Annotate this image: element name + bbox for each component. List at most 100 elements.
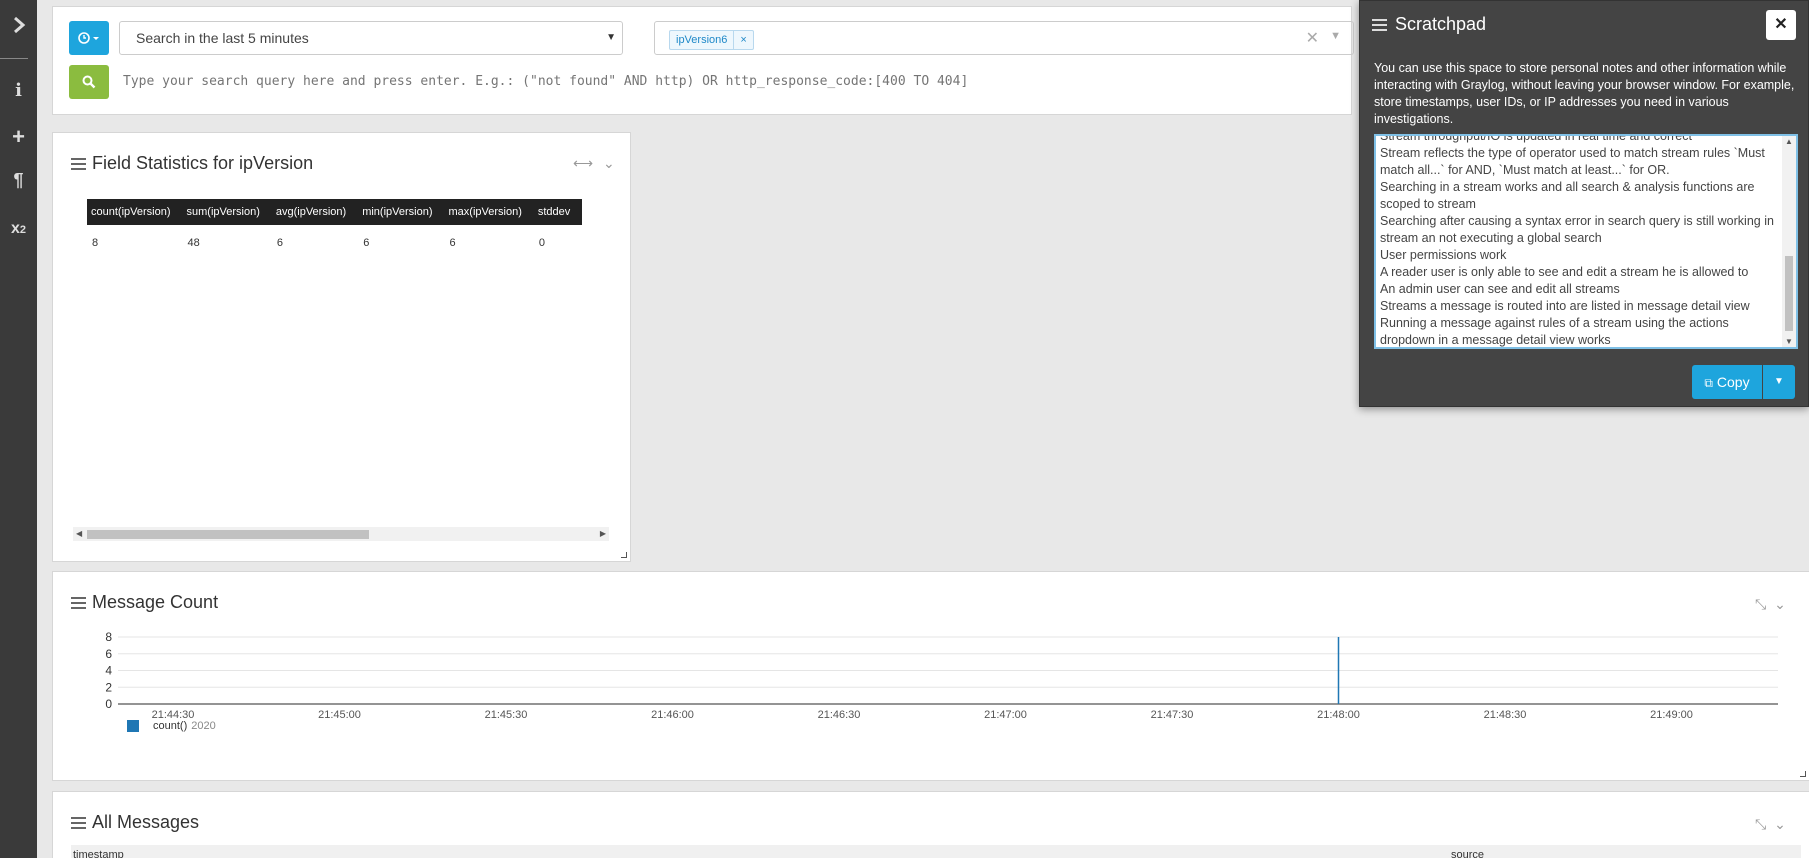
stream-filter-select[interactable]: ipVersion6 × ✕ ▼ bbox=[654, 21, 1354, 55]
time-range-label: Search in the last 5 minutes bbox=[136, 30, 309, 46]
drag-handle-icon[interactable] bbox=[71, 816, 86, 829]
resize-handle-icon[interactable] bbox=[621, 552, 627, 558]
column-header[interactable]: max(ipVersion) bbox=[444, 199, 534, 225]
clear-icon[interactable]: ✕ bbox=[1306, 28, 1319, 48]
y-tick-label: 2 bbox=[105, 680, 112, 694]
time-range-select[interactable]: Search in the last 5 minutes ▼ bbox=[119, 21, 623, 55]
close-button[interactable]: ✕ bbox=[1766, 10, 1796, 40]
scratchpad-textarea[interactable]: Stream throughput/IO is updated in real … bbox=[1374, 134, 1798, 349]
table-row: 8 48 6 6 6 0 bbox=[87, 225, 582, 261]
scratchpad-line: Running a message against rules of a str… bbox=[1380, 316, 1729, 347]
subscript-icon[interactable]: x2 bbox=[0, 220, 37, 238]
y-tick-label: 4 bbox=[105, 664, 112, 678]
column-header[interactable]: stddev bbox=[533, 199, 583, 225]
legend-label: count() bbox=[153, 720, 188, 732]
table-cell: 6 bbox=[363, 237, 370, 249]
copy-icon: ⧉ bbox=[1704, 376, 1713, 390]
widget-title: All Messages bbox=[71, 812, 199, 833]
search-query-input[interactable] bbox=[119, 65, 1319, 99]
column-header[interactable]: sum(ipVersion) bbox=[182, 199, 272, 225]
legend-swatch bbox=[127, 720, 139, 732]
stream-tag: ipVersion6 × bbox=[669, 30, 754, 50]
widget-controls: ⤡ ⌄ bbox=[1755, 816, 1786, 833]
scroll-up-icon[interactable]: ▲ bbox=[1785, 137, 1793, 146]
messages-table-header: timestamp source bbox=[71, 845, 1801, 858]
chevron-down-icon[interactable]: ⌄ bbox=[603, 155, 615, 171]
field-statistics-title: Field Statistics for ipVersion bbox=[92, 153, 314, 173]
column-header-source[interactable]: source bbox=[1451, 849, 1484, 858]
scratchpad-window: Scratchpad ✕ You can use this space to s… bbox=[1359, 0, 1809, 407]
scratchpad-header[interactable]: Scratchpad bbox=[1372, 14, 1486, 35]
info-icon[interactable]: i bbox=[0, 80, 37, 101]
compress-icon[interactable]: ⤡ bbox=[1755, 816, 1766, 832]
all-messages-title: All Messages bbox=[92, 812, 200, 832]
y-tick-label: 8 bbox=[105, 630, 112, 644]
chevron-down-icon: ▼ bbox=[606, 32, 616, 43]
scroll-down-icon[interactable]: ▼ bbox=[1785, 337, 1793, 346]
paragraph-icon[interactable]: ¶ bbox=[0, 170, 37, 191]
search-button[interactable] bbox=[69, 65, 109, 99]
column-header[interactable]: avg(ipVersion) bbox=[271, 199, 359, 225]
scratchpad-description: You can use this space to store personal… bbox=[1374, 61, 1795, 126]
x-tick-label: 21:45:30 bbox=[485, 709, 528, 721]
x-tick-label: 21:47:00 bbox=[984, 709, 1027, 721]
expand-horizontal-icon[interactable]: ⟷ bbox=[573, 155, 593, 171]
table-cell: 6 bbox=[449, 237, 456, 249]
horizontal-scrollbar[interactable]: ◀ ▶ bbox=[73, 527, 609, 541]
scratchpad-line: Streams a message is routed into are lis… bbox=[1380, 299, 1750, 313]
table-cell: 48 bbox=[187, 237, 200, 249]
time-range-type-button[interactable] bbox=[69, 21, 109, 55]
copy-dropdown-button[interactable]: ▼ bbox=[1763, 365, 1795, 399]
scratchpad-line: A reader user is only able to see and ed… bbox=[1380, 265, 1749, 279]
drag-handle-icon[interactable] bbox=[71, 157, 86, 170]
table-cell: 6 bbox=[276, 237, 283, 249]
chevron-right-icon[interactable] bbox=[0, 16, 37, 37]
scratchpad-content: Stream throughput/IO is updated in real … bbox=[1380, 134, 1778, 347]
vertical-scrollbar[interactable]: ▲ ▼ bbox=[1782, 136, 1796, 347]
plus-icon[interactable]: + bbox=[0, 124, 37, 150]
table-cell: 8 bbox=[92, 237, 99, 249]
table-cell: 0 bbox=[538, 237, 545, 249]
message-count-chart: 0246821:44:30 21:45:00 21:45:30 21:46:00 21:… bbox=[105, 630, 1778, 721]
x-tick-label: 21:47:30 bbox=[1151, 709, 1194, 721]
x-tick-label: 21:49:00 bbox=[1650, 709, 1693, 721]
column-header[interactable]: min(ipVersion) bbox=[358, 199, 445, 225]
scroll-right-icon[interactable]: ▶ bbox=[600, 527, 606, 541]
chevron-down-icon[interactable]: ⌄ bbox=[1774, 816, 1786, 832]
search-icon bbox=[82, 75, 96, 89]
chevron-down-icon: ▼ bbox=[1774, 376, 1784, 387]
x-tick-label: 21:46:30 bbox=[818, 709, 861, 721]
scratchpad-title: Scratchpad bbox=[1395, 14, 1487, 34]
table-header-row: count(ipVersion) sum(ipVersion) avg(ipVe… bbox=[87, 199, 583, 225]
x-tick-label: 21:45:00 bbox=[318, 709, 361, 721]
copy-button[interactable]: ⧉ Copy bbox=[1692, 365, 1762, 399]
scratchpad-line: Stream throughput/IO is updated in real … bbox=[1380, 134, 1692, 143]
x-tick-label: 21:48:30 bbox=[1484, 709, 1527, 721]
scratchpad-line: An admin user can see and edit all strea… bbox=[1380, 282, 1620, 296]
widget-controls: ⟷ ⌄ bbox=[573, 155, 615, 172]
scratchpad-line: Stream reflects the type of operator use… bbox=[1380, 146, 1765, 177]
scroll-left-icon[interactable]: ◀ bbox=[76, 527, 82, 541]
y-tick-label: 6 bbox=[105, 647, 112, 661]
copy-label: Copy bbox=[1716, 374, 1750, 390]
stream-tag-remove-icon[interactable]: × bbox=[733, 31, 752, 49]
scratchpad-line: Searching after causing a syntax error i… bbox=[1380, 214, 1774, 245]
field-statistics-widget: Field Statistics for ipVersion ⟷ ⌄ count… bbox=[52, 132, 631, 562]
y-tick-label: 0 bbox=[105, 697, 112, 711]
left-nav: i + ¶ x2 bbox=[0, 0, 37, 858]
column-header[interactable]: count(ipVersion) bbox=[87, 199, 183, 225]
chart-legend: count() 2020 bbox=[127, 720, 216, 732]
widget-title: Field Statistics for ipVersion bbox=[71, 153, 313, 174]
x-tick-label: 21:48:00 bbox=[1317, 709, 1360, 721]
nav-divider bbox=[0, 58, 28, 59]
drag-handle-icon[interactable] bbox=[1372, 18, 1387, 31]
column-header-timestamp[interactable]: timestamp bbox=[73, 849, 124, 858]
resize-handle-icon[interactable] bbox=[1800, 771, 1806, 777]
scratchpad-line: Searching in a stream works and all sear… bbox=[1380, 180, 1755, 211]
scrollbar-thumb[interactable] bbox=[87, 530, 369, 539]
scratchpad-line: User permissions work bbox=[1380, 248, 1507, 262]
legend-suffix: 2020 bbox=[191, 720, 216, 732]
scrollbar-thumb[interactable] bbox=[1785, 256, 1793, 331]
chevron-down-icon[interactable]: ▼ bbox=[1330, 30, 1341, 42]
message-count-widget: Message Count ⤡ ⌄ 0 2 4 6 8 21:44:30 21:45:00 2… bbox=[52, 571, 1809, 781]
